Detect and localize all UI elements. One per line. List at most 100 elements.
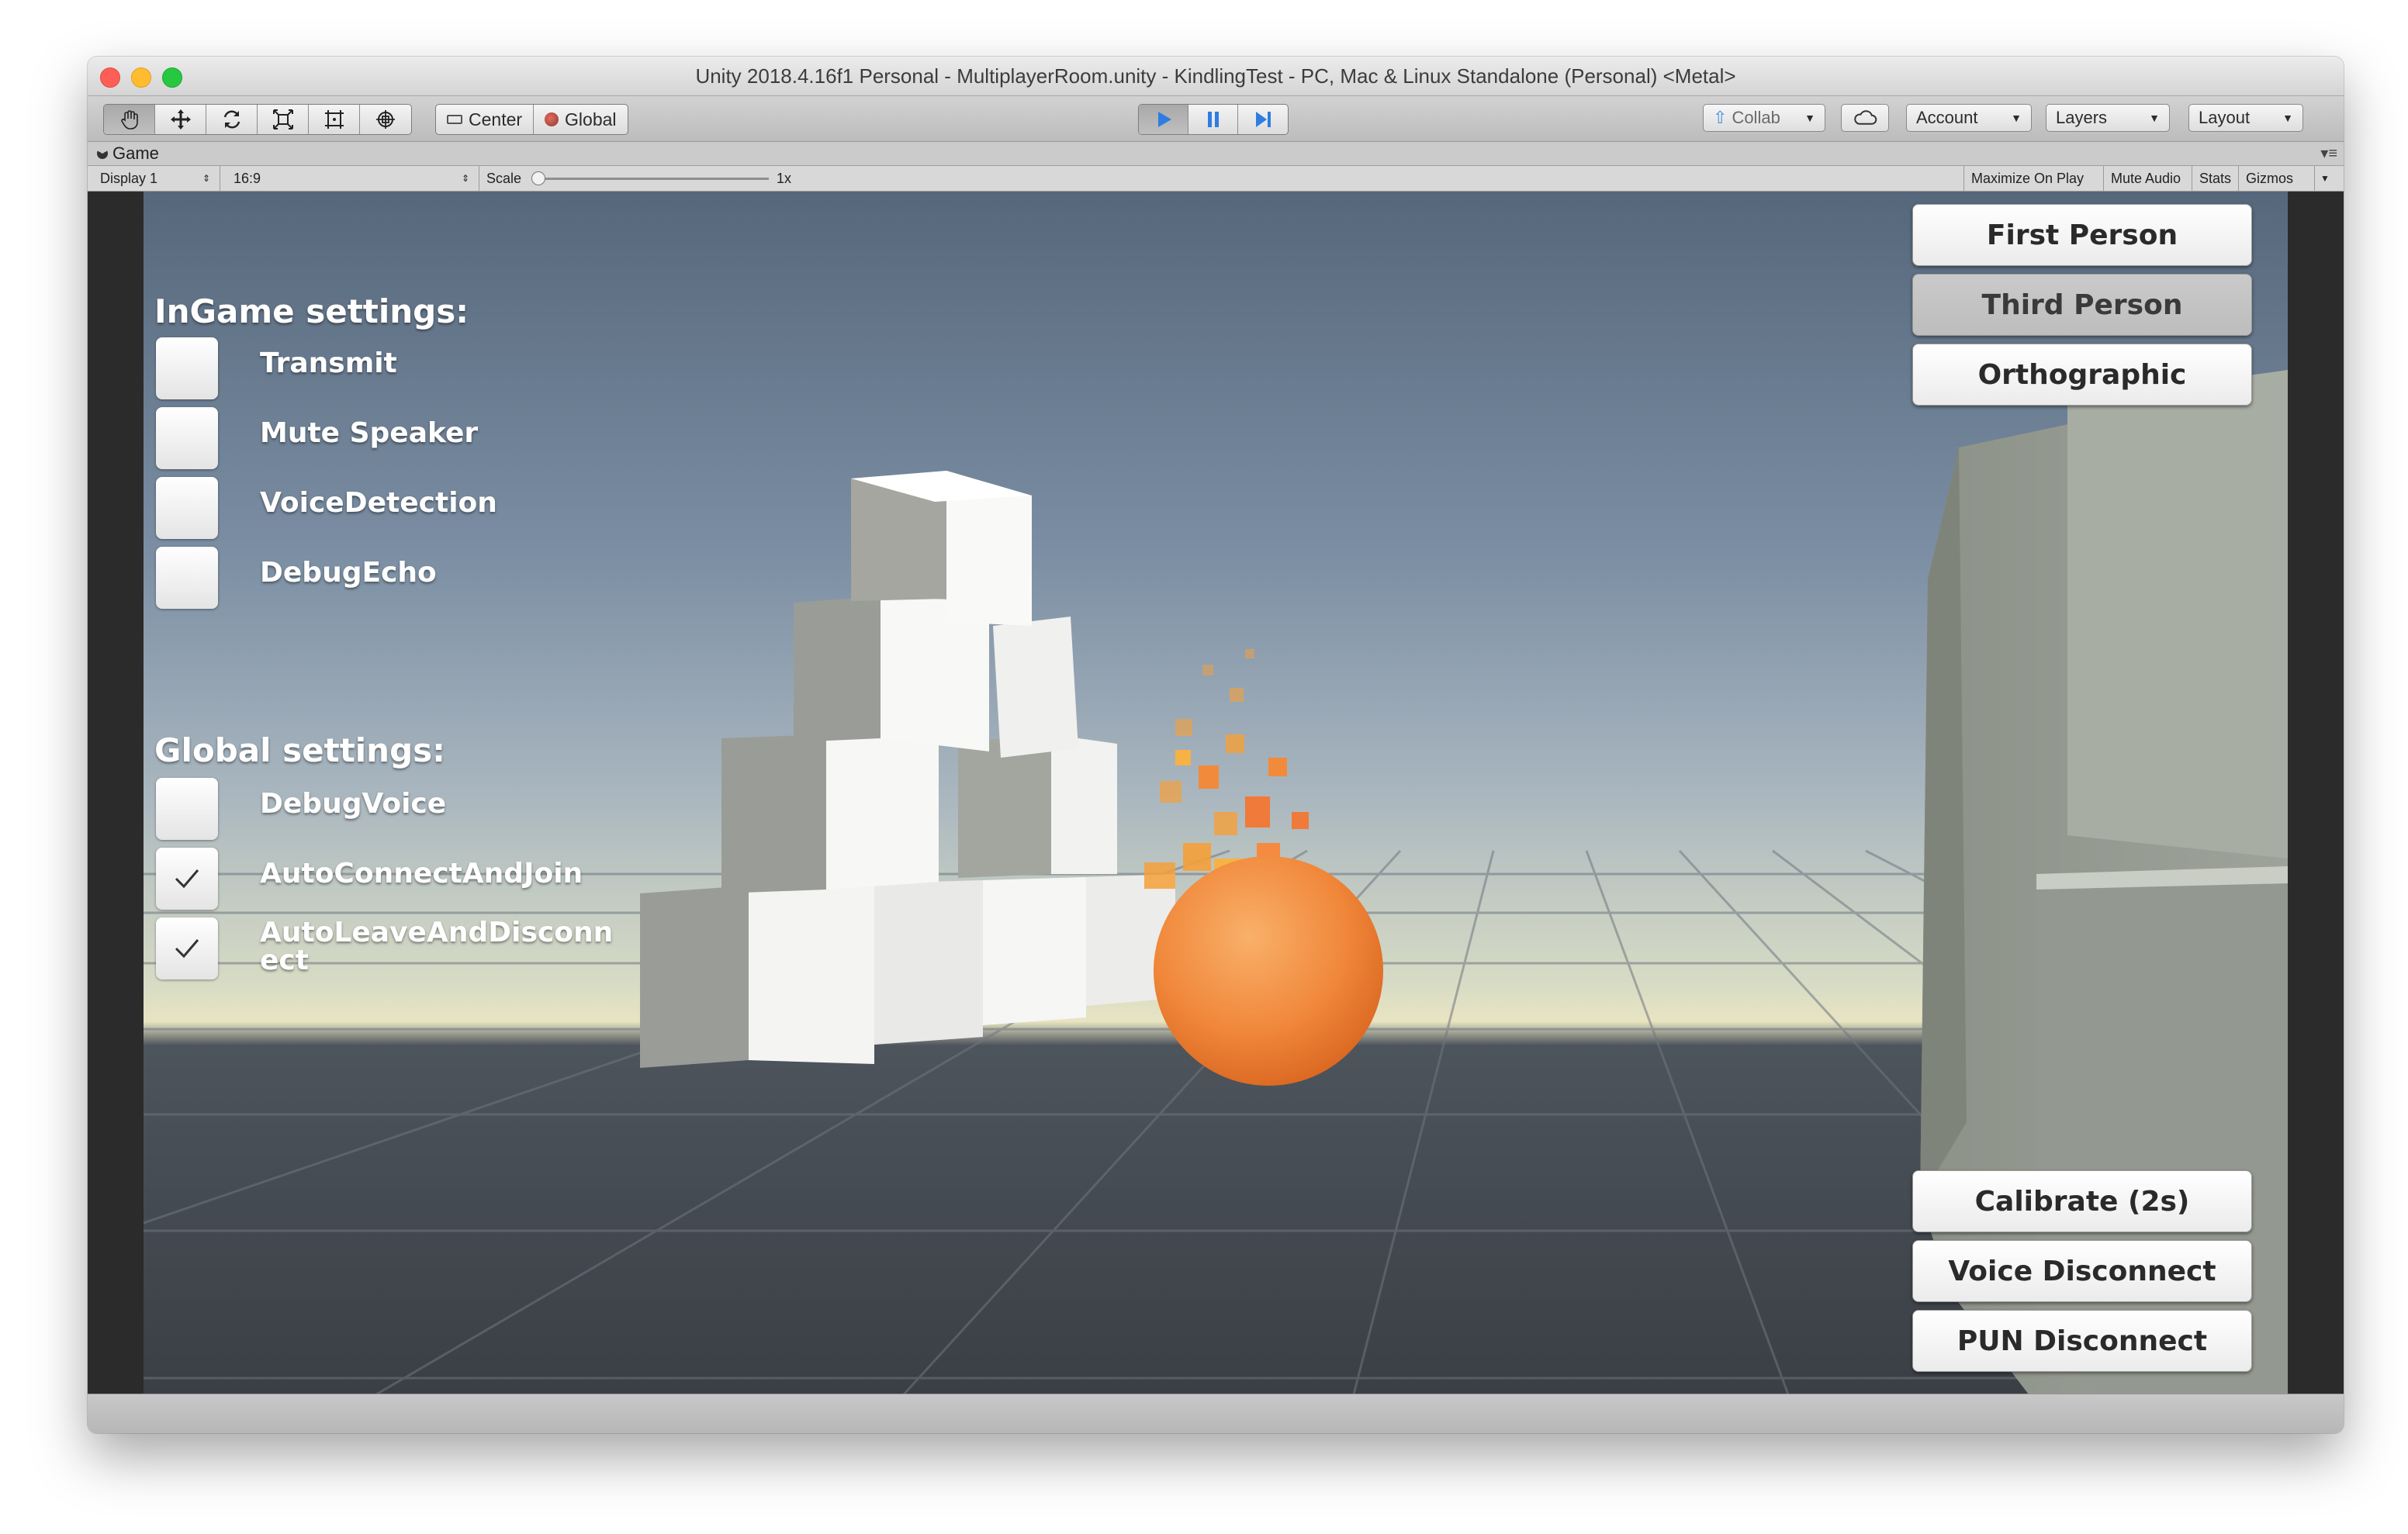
gizmos-menu-arrow-icon[interactable]: ▼	[2320, 166, 2330, 191]
pivot-global-button[interactable]: Global	[534, 105, 627, 134]
scale-value: 1x	[777, 171, 792, 186]
checkbox[interactable]	[156, 337, 218, 399]
cloud-icon	[1854, 110, 1877, 125]
toggle-label: Mute Speaker	[260, 417, 479, 449]
account-label: Account	[1916, 108, 1978, 127]
tab-menu-icon[interactable]: ▾≡	[2320, 143, 2337, 163]
collab-upload-icon: ⇧	[1713, 108, 1728, 127]
divider	[2103, 166, 2104, 191]
third-person-button[interactable]: Third Person	[1912, 274, 2252, 336]
main-toolbar: Center Global ⇧ Collab ▼ Account ▼ Layer…	[88, 96, 2344, 142]
global-settings-heading: Global settings:	[154, 731, 445, 769]
transform-icon	[376, 110, 395, 129]
rect-icon	[324, 110, 344, 129]
checkbox[interactable]	[156, 407, 218, 469]
step-icon	[1256, 112, 1271, 127]
pause-icon	[1207, 112, 1219, 127]
orange-sphere	[1154, 856, 1383, 1086]
chevron-down-icon: ▼	[2282, 112, 2293, 124]
layers-dropdown[interactable]: Layers ▼	[2046, 104, 2170, 132]
checkmark-icon	[175, 869, 199, 889]
checkbox[interactable]	[156, 848, 218, 910]
scale-icon	[272, 109, 293, 130]
play-controls	[1138, 104, 1289, 135]
display-select-label: Display 1	[100, 171, 158, 186]
hand-tool-button[interactable]	[104, 105, 155, 134]
pivot-center-label: Center	[469, 109, 523, 130]
pun-disconnect-button[interactable]: PUN Disconnect	[1912, 1310, 2252, 1372]
window-title: Unity 2018.4.16f1 Personal - Multiplayer…	[695, 64, 1736, 88]
game-view-bar: Display 1 ⇕ 16:9 ⇕ Scale 1x Maximize On …	[88, 166, 2344, 192]
calibrate-button[interactable]: Calibrate (2s)	[1912, 1170, 2252, 1232]
play-button[interactable]	[1139, 105, 1188, 134]
toggle-label: VoiceDetection	[260, 487, 497, 519]
toggle-label: AutoLeaveAndDisconnect	[260, 917, 614, 976]
checkbox[interactable]	[156, 547, 218, 609]
aspect-select[interactable]: 16:9 ⇕	[234, 166, 476, 191]
orthographic-button[interactable]: Orthographic	[1912, 344, 2252, 406]
tab-game[interactable]: Game	[97, 142, 159, 165]
layout-label: Layout	[2199, 108, 2251, 127]
chevron-down-icon: ▼	[1804, 112, 1815, 124]
first-person-button[interactable]: First Person	[1912, 204, 2252, 266]
checkbox[interactable]	[156, 917, 218, 979]
move-icon	[170, 109, 191, 130]
status-bar	[88, 1394, 2344, 1433]
mute-audio-toggle[interactable]: Mute Audio	[2111, 166, 2181, 191]
toggle-label: Transmit	[260, 347, 397, 379]
checkmark-icon	[175, 939, 199, 959]
display-select[interactable]: Display 1 ⇕	[100, 166, 216, 191]
select-arrows-icon: ⇕	[461, 173, 469, 184]
select-arrows-icon: ⇕	[202, 173, 210, 184]
scale-label: Scale	[486, 171, 522, 186]
scale-tool-button[interactable]	[258, 105, 309, 134]
toggle-label: AutoConnectAndJoin	[260, 858, 583, 890]
hand-icon	[120, 110, 138, 130]
pivot-center-icon	[447, 115, 462, 124]
pivot-toggles: Center Global	[435, 104, 628, 135]
rotate-icon	[223, 110, 240, 129]
scale-slider-track[interactable]	[538, 178, 769, 180]
pivot-global-label: Global	[565, 109, 617, 130]
globe-icon	[545, 112, 559, 126]
ingame-settings-heading: InGame settings:	[154, 292, 469, 330]
game-viewport: InGame settings: Transmit Mute Speaker V…	[88, 192, 2344, 1394]
unity-window: Unity 2018.4.16f1 Personal - Multiplayer…	[88, 57, 2344, 1433]
collab-dropdown[interactable]: ⇧ Collab ▼	[1703, 104, 1825, 132]
chevron-down-icon: ▼	[2149, 112, 2160, 124]
pivot-center-button[interactable]: Center	[436, 105, 535, 134]
play-icon	[1157, 112, 1171, 127]
chevron-down-icon: ▼	[2011, 112, 2022, 124]
game-pacman-icon	[97, 148, 108, 159]
tab-game-label: Game	[112, 143, 159, 163]
collab-label: Collab	[1732, 108, 1780, 127]
pause-button[interactable]	[1188, 105, 1238, 134]
toggle-label: DebugVoice	[260, 788, 447, 820]
transform-tools	[103, 104, 412, 135]
stats-toggle[interactable]: Stats	[2199, 166, 2231, 191]
checkbox[interactable]	[156, 778, 218, 840]
title-bar: Unity 2018.4.16f1 Personal - Multiplayer…	[88, 57, 2344, 96]
transform-tool-button[interactable]	[360, 105, 411, 134]
move-tool-button[interactable]	[155, 105, 206, 134]
rect-tool-button[interactable]	[309, 105, 360, 134]
scale-slider-thumb[interactable]	[531, 171, 545, 185]
maximize-on-play-toggle[interactable]: Maximize On Play	[1971, 166, 2084, 191]
divider	[1963, 166, 1964, 191]
layers-label: Layers	[2056, 108, 2108, 127]
toggle-label: DebugEcho	[260, 557, 437, 589]
cloud-button[interactable]	[1841, 104, 1889, 132]
layout-dropdown[interactable]: Layout ▼	[2188, 104, 2303, 132]
aspect-select-label: 16:9	[234, 171, 261, 186]
account-dropdown[interactable]: Account ▼	[1906, 104, 2032, 132]
game-scene[interactable]: InGame settings: Transmit Mute Speaker V…	[144, 192, 2288, 1394]
cube-pyramid	[640, 471, 1175, 1068]
rotate-tool-button[interactable]	[206, 105, 258, 134]
checkbox[interactable]	[156, 477, 218, 539]
game-tab-bar: Game ▾≡	[88, 142, 2344, 166]
voice-disconnect-button[interactable]: Voice Disconnect	[1912, 1240, 2252, 1302]
gizmos-toggle[interactable]: Gizmos	[2246, 166, 2293, 191]
step-button[interactable]	[1238, 105, 1288, 134]
divider	[2314, 166, 2315, 191]
divider	[2238, 166, 2239, 191]
